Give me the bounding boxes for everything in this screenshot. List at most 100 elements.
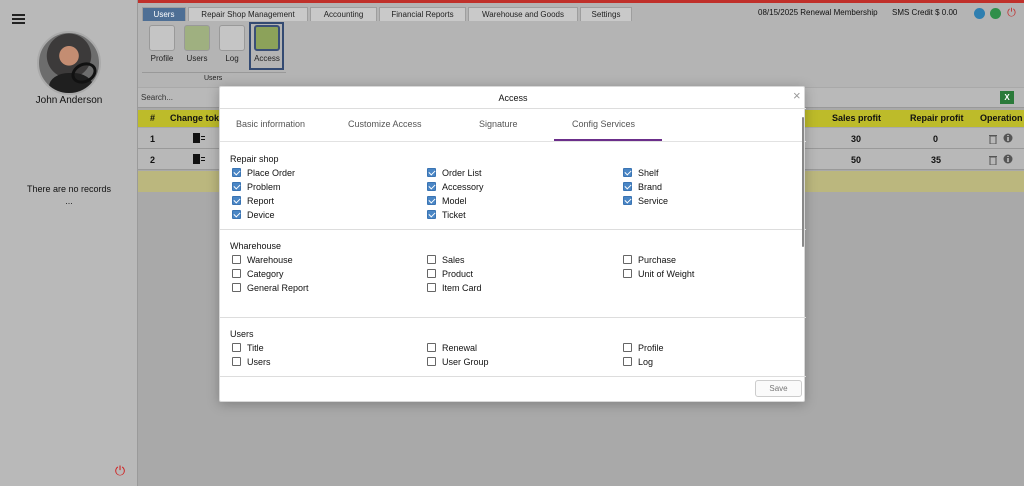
- permission-users[interactable]: Users: [232, 357, 271, 367]
- permission-model[interactable]: Model: [427, 196, 467, 206]
- permission-ticket[interactable]: Ticket: [427, 210, 466, 220]
- checkbox[interactable]: [427, 269, 436, 278]
- col-change-token: Change tok: [170, 113, 220, 123]
- tab-config-services[interactable]: Config Services: [572, 119, 635, 129]
- toolbar-group-divider: [142, 72, 286, 73]
- checkbox[interactable]: [427, 255, 436, 264]
- permission-renewal[interactable]: Renewal: [427, 343, 477, 353]
- info-icon[interactable]: [1003, 154, 1015, 165]
- tab-accounting[interactable]: Accounting: [310, 7, 377, 22]
- info-icon[interactable]: [1003, 133, 1015, 144]
- permission-order-list[interactable]: Order List: [427, 168, 482, 178]
- permission-place-order[interactable]: Place Order: [232, 168, 295, 178]
- avatar: [37, 31, 101, 95]
- permission-general-report[interactable]: General Report: [232, 283, 309, 293]
- permissions-scroll-area[interactable]: Repair shop Place Order Order List Shelf…: [220, 142, 806, 376]
- col-operation: Operation: [980, 113, 1023, 123]
- modal-title: Access: [498, 93, 528, 103]
- tab-financial-reports[interactable]: Financial Reports: [379, 7, 466, 22]
- checkbox[interactable]: [232, 283, 241, 292]
- power-icon[interactable]: ⏻: [113, 464, 127, 478]
- permission-title[interactable]: Title: [232, 343, 264, 353]
- close-icon[interactable]: ×: [793, 88, 801, 103]
- whatsapp-icon[interactable]: [990, 8, 1001, 19]
- checkbox[interactable]: [232, 269, 241, 278]
- permission-warehouse[interactable]: Warehouse: [232, 255, 293, 265]
- permission-brand[interactable]: Brand: [623, 182, 662, 192]
- permission-label: Accessory: [442, 182, 484, 192]
- tab-customize-access[interactable]: Customize Access: [348, 119, 422, 129]
- permission-report[interactable]: Report: [232, 196, 274, 206]
- permission-sales[interactable]: Sales: [427, 255, 465, 265]
- checkbox[interactable]: [232, 255, 241, 264]
- permission-label: Sales: [442, 255, 465, 265]
- permission-problem[interactable]: Problem: [232, 182, 281, 192]
- trash-icon[interactable]: [988, 133, 1000, 145]
- checkbox[interactable]: [232, 196, 241, 205]
- row-number: 1: [150, 134, 156, 144]
- save-button[interactable]: Save: [755, 380, 802, 397]
- tab-settings[interactable]: Settings: [580, 7, 632, 22]
- permission-label: Title: [247, 343, 264, 353]
- trash-icon[interactable]: [988, 154, 1000, 166]
- col-repair-profit: Repair profit: [910, 113, 964, 123]
- checkbox[interactable]: [232, 210, 241, 219]
- section-title-warehouse: Wharehouse: [230, 241, 282, 251]
- permission-label: Purchase: [638, 255, 677, 265]
- permission-category[interactable]: Category: [232, 269, 284, 279]
- permission-item-card[interactable]: Item Card: [427, 283, 482, 293]
- tab-warehouse-and-goods[interactable]: Warehouse and Goods: [468, 7, 578, 22]
- checkbox[interactable]: [427, 168, 436, 177]
- permission-product[interactable]: Product: [427, 269, 473, 279]
- permission-purchase[interactable]: Purchase: [623, 255, 676, 265]
- checkbox[interactable]: [427, 283, 436, 292]
- checkbox[interactable]: [623, 255, 632, 264]
- token-icon[interactable]: [193, 133, 205, 144]
- empty-records-dots: ...: [65, 196, 73, 206]
- checkbox[interactable]: [427, 210, 436, 219]
- tab-repair-shop-management[interactable]: Repair Shop Management: [188, 7, 308, 22]
- access-tool-button[interactable]: Access: [252, 25, 282, 63]
- section-title-repair-shop: Repair shop: [230, 154, 279, 164]
- permission-label: Brand: [638, 182, 663, 192]
- checkbox[interactable]: [232, 182, 241, 191]
- power-icon[interactable]: ⏻: [1006, 8, 1017, 19]
- hamburger-menu-icon[interactable]: [12, 14, 25, 24]
- excel-export-icon[interactable]: X: [1000, 91, 1014, 104]
- checkbox[interactable]: [623, 182, 632, 191]
- scrollbar[interactable]: [802, 117, 804, 247]
- left-sidebar: John Anderson There are no records ... ⏻: [0, 0, 138, 486]
- permission-service[interactable]: Service: [623, 196, 668, 206]
- checkbox[interactable]: [427, 182, 436, 191]
- checkbox[interactable]: [427, 357, 436, 366]
- tab-signature[interactable]: Signature: [479, 119, 518, 129]
- token-icon[interactable]: [193, 154, 205, 165]
- permission-accessory[interactable]: Accessory: [427, 182, 484, 192]
- row-number: 2: [150, 155, 156, 165]
- checkbox[interactable]: [232, 357, 241, 366]
- permission-log[interactable]: Log: [623, 357, 653, 367]
- users-tool-button[interactable]: Users: [182, 25, 212, 63]
- permission-shelf[interactable]: Shelf: [623, 168, 659, 178]
- search-input[interactable]: Search...: [141, 93, 173, 102]
- checkbox[interactable]: [623, 357, 632, 366]
- permission-device[interactable]: Device: [232, 210, 275, 220]
- checkbox[interactable]: [623, 343, 632, 352]
- tab-basic-information[interactable]: Basic information: [236, 119, 305, 129]
- log-tool-button[interactable]: Log: [217, 25, 247, 63]
- permission-user-group[interactable]: User Group: [427, 357, 489, 367]
- checkbox[interactable]: [623, 196, 632, 205]
- checkbox[interactable]: [232, 168, 241, 177]
- modal-footer-divider: [220, 376, 806, 377]
- permission-unit-of-weight[interactable]: Unit of Weight: [623, 269, 694, 279]
- permission-profile[interactable]: Profile: [623, 343, 664, 353]
- checkbox[interactable]: [623, 269, 632, 278]
- checkbox[interactable]: [623, 168, 632, 177]
- checkbox[interactable]: [427, 196, 436, 205]
- checkbox[interactable]: [232, 343, 241, 352]
- tab-users[interactable]: Users: [142, 7, 186, 22]
- telegram-icon[interactable]: [974, 8, 985, 19]
- permission-label: User Group: [442, 357, 489, 367]
- checkbox[interactable]: [427, 343, 436, 352]
- profile-tool-button[interactable]: Profile: [147, 25, 177, 63]
